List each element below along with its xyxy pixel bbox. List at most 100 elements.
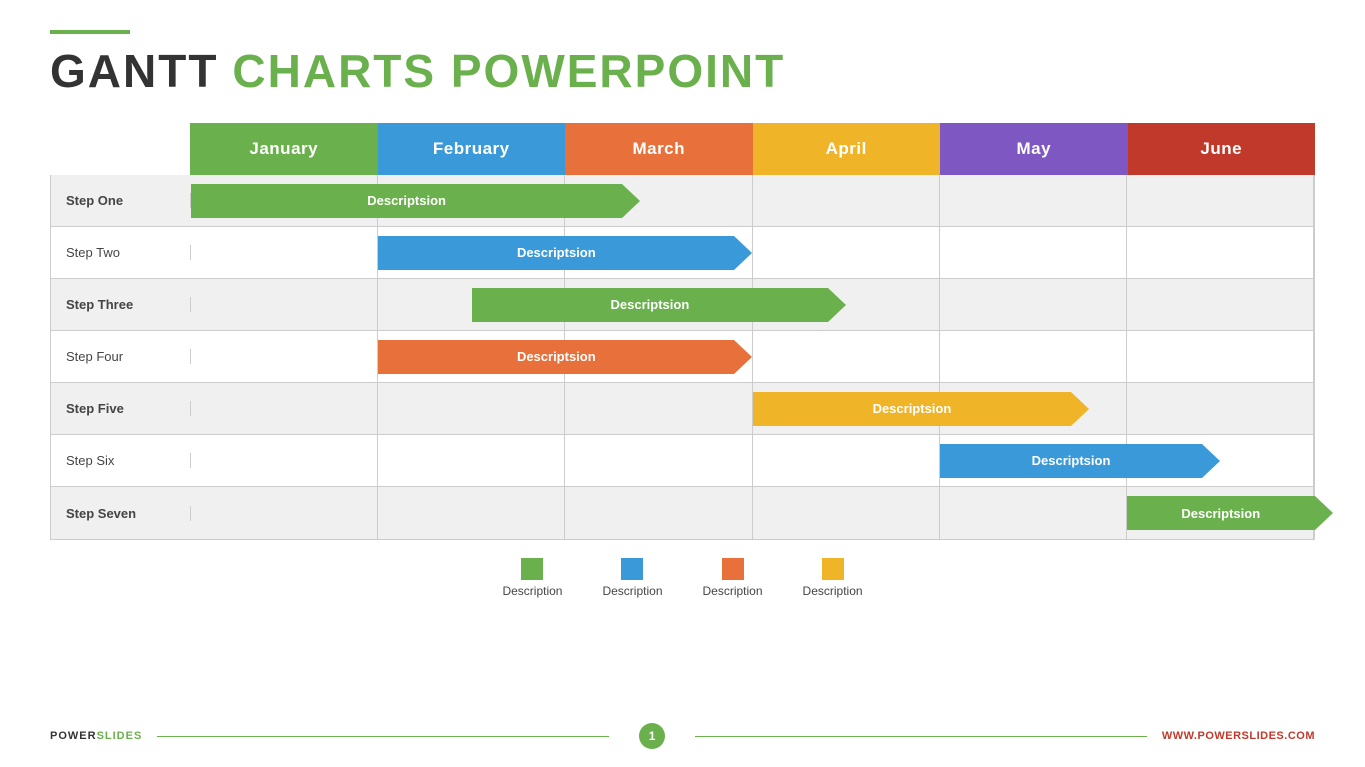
gantt-cell	[1127, 227, 1314, 278]
legend: Description Description Description Descrip…	[50, 558, 1315, 598]
bar-body: Descriptsion	[191, 184, 622, 218]
gantt-cell	[1127, 175, 1314, 226]
bar-arrow-tip	[734, 340, 752, 374]
bar-arrow-tip	[734, 236, 752, 270]
footer-brand: POWERSLIDES	[50, 730, 142, 742]
gantt-cell	[191, 383, 378, 434]
bar-body: Descriptsion	[378, 236, 734, 270]
gantt-cell	[753, 227, 940, 278]
gantt-cell	[378, 487, 565, 539]
gantt-cell	[1127, 279, 1314, 330]
footer: POWERSLIDES 1 WWW.POWERSLIDES.COM	[50, 723, 1315, 749]
row-label: Step Three	[51, 297, 191, 312]
legend-item: Description	[703, 558, 763, 598]
gantt-cell	[565, 383, 752, 434]
footer-center: 1	[142, 723, 1162, 749]
gantt-row: Step Six Descriptsion	[51, 435, 1314, 487]
gantt-row: Step OneDescriptsion	[51, 175, 1314, 227]
gantt-cell	[378, 435, 565, 486]
row-label: Step One	[51, 193, 191, 208]
legend-label: Description	[803, 584, 863, 598]
gantt-header: January February March April May June	[190, 123, 1315, 175]
gantt-chart: January February March April May June St…	[50, 123, 1315, 540]
legend-color-box	[621, 558, 643, 580]
legend-label: Description	[703, 584, 763, 598]
month-june: June	[1128, 123, 1316, 175]
title-rest: CHARTS POWERPOINT	[232, 44, 785, 98]
bar-arrow-tip	[1202, 444, 1220, 478]
row-label: Step Seven	[51, 506, 191, 521]
gantt-cell	[940, 279, 1127, 330]
legend-item: Description	[602, 558, 662, 598]
bar-arrow-tip	[622, 184, 640, 218]
legend-item: Description	[502, 558, 562, 598]
bar-body: Descriptsion	[378, 340, 734, 374]
bar-body: Descriptsion	[472, 288, 828, 322]
footer-line-right	[695, 736, 1147, 737]
row-cells: Descriptsion	[191, 227, 1314, 278]
footer-slides: SLIDES	[97, 730, 143, 742]
legend-color-box	[822, 558, 844, 580]
row-label: Step Five	[51, 401, 191, 416]
gantt-body: Step OneDescriptsionStep TwoDescriptsion…	[50, 175, 1315, 540]
footer-page-number: 1	[639, 723, 665, 749]
legend-label: Description	[502, 584, 562, 598]
bar-body: Descriptsion	[940, 444, 1203, 478]
footer-url: WWW.POWERSLIDES.COM	[1162, 730, 1315, 742]
gantt-cell	[565, 487, 752, 539]
legend-color-box	[722, 558, 744, 580]
bar-arrow-tip	[1315, 496, 1333, 530]
month-march: March	[565, 123, 753, 175]
gantt-bar: Descriptsion	[1127, 496, 1333, 530]
month-february: February	[378, 123, 566, 175]
gantt-cell	[191, 227, 378, 278]
month-may: May	[940, 123, 1128, 175]
gantt-cell	[565, 435, 752, 486]
gantt-cell	[191, 279, 378, 330]
row-cells: Descriptsion	[191, 175, 1314, 226]
legend-item: Description	[803, 558, 863, 598]
title-gantt: GANTT	[50, 44, 218, 98]
gantt-cell	[753, 331, 940, 382]
gantt-bar: Descriptsion	[378, 340, 752, 374]
row-label: Step Six	[51, 453, 191, 468]
row-label: Step Four	[51, 349, 191, 364]
row-cells: Descriptsion	[191, 487, 1314, 539]
row-label: Step Two	[51, 245, 191, 260]
gantt-row: Step Seven Descriptsion	[51, 487, 1314, 539]
footer-line-left	[157, 736, 609, 737]
gantt-cell	[940, 175, 1127, 226]
gantt-bar: Descriptsion	[191, 184, 640, 218]
bar-arrow-tip	[1071, 392, 1089, 426]
gantt-bar: Descriptsion	[753, 392, 1090, 426]
title-row: GANTT CHARTS POWERPOINT	[50, 44, 1315, 98]
gantt-bar: Descriptsion	[378, 236, 752, 270]
gantt-bar: Descriptsion	[472, 288, 846, 322]
gantt-row: Step Four Descriptsion	[51, 331, 1314, 383]
gantt-cell	[378, 383, 565, 434]
gantt-cell	[1127, 331, 1314, 382]
legend-color-box	[521, 558, 543, 580]
row-cells: Descriptsion	[191, 383, 1314, 434]
bar-arrow-tip	[828, 288, 846, 322]
month-april: April	[753, 123, 941, 175]
row-cells: Descriptsion	[191, 435, 1314, 486]
legend-label: Description	[602, 584, 662, 598]
footer-power: POWER	[50, 730, 97, 742]
gantt-bar: Descriptsion	[940, 444, 1221, 478]
month-january: January	[190, 123, 378, 175]
gantt-cell	[753, 487, 940, 539]
gantt-cell	[191, 331, 378, 382]
gantt-cell	[191, 487, 378, 539]
bar-body: Descriptsion	[1127, 496, 1315, 530]
row-cells: Descriptsion	[191, 279, 1314, 330]
gantt-cell	[1127, 383, 1314, 434]
row-cells: Descriptsion	[191, 331, 1314, 382]
gantt-row: Step Three Descriptsion	[51, 279, 1314, 331]
gantt-row: Step Two Descriptsion	[51, 227, 1314, 279]
gantt-cell	[940, 487, 1127, 539]
gantt-cell	[753, 175, 940, 226]
slide: GANTT CHARTS POWERPOINT January February…	[0, 0, 1365, 767]
bar-body: Descriptsion	[753, 392, 1072, 426]
gantt-cell	[940, 227, 1127, 278]
